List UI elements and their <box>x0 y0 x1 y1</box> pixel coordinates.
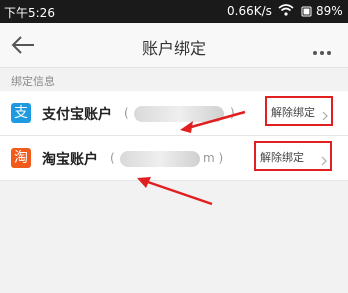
annotation-arrow-1-head <box>180 121 193 133</box>
annotation-arrow-2 <box>141 178 213 206</box>
annotation-arrow-1 <box>183 110 246 131</box>
annotation-arrows <box>137 110 246 206</box>
